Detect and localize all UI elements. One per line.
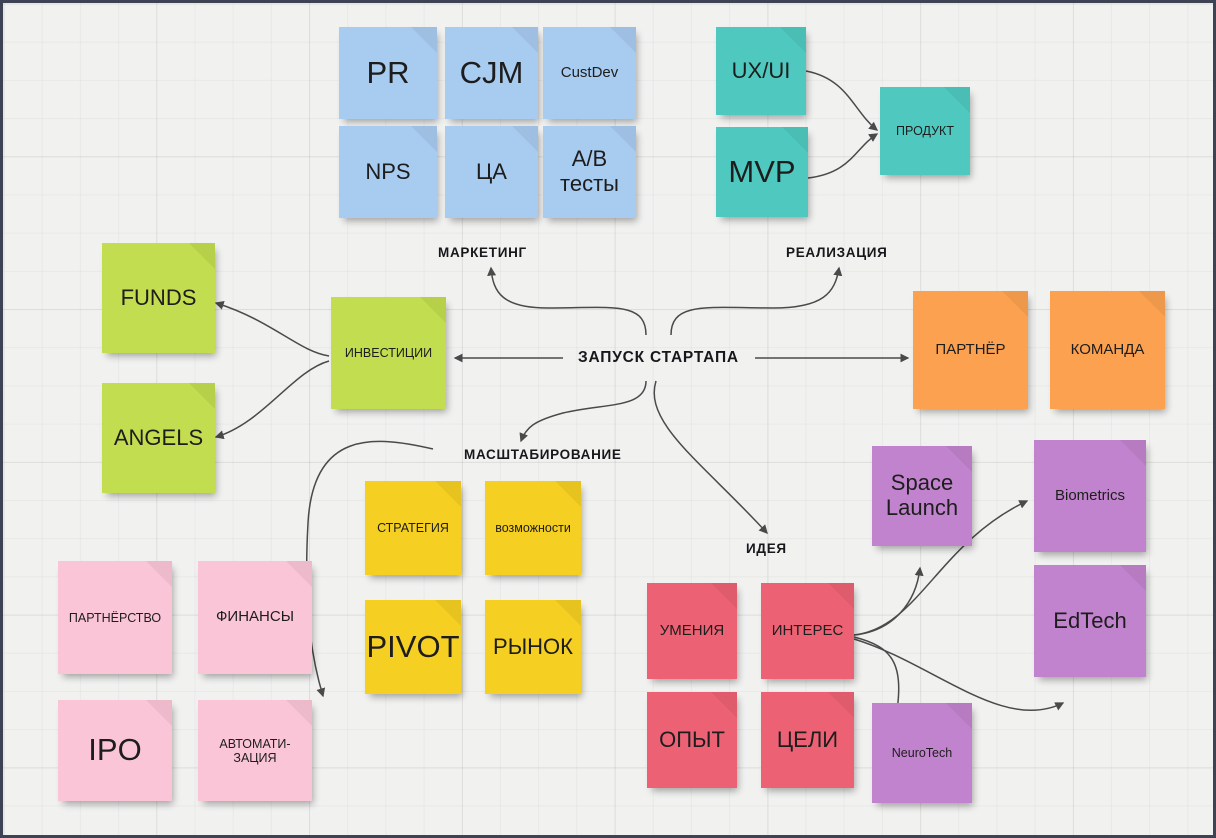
- note-mvp[interactable]: MVP: [716, 127, 808, 217]
- note-funds[interactable]: FUNDS: [102, 243, 215, 353]
- note-uxui[interactable]: UX/UI: [716, 27, 806, 115]
- edge-uxui-product: [805, 70, 879, 131]
- note-custdev[interactable]: CustDev: [543, 27, 636, 119]
- note-goals[interactable]: ЦЕЛИ: [761, 692, 854, 788]
- note-product[interactable]: ПРОДУКТ: [880, 87, 970, 175]
- edge-investments-funds: [214, 301, 330, 357]
- note-ca[interactable]: ЦА: [445, 126, 538, 218]
- edge-hub-realization: [670, 266, 843, 336]
- note-team[interactable]: КОМАНДА: [1050, 291, 1165, 409]
- edge-mvp-product: [807, 133, 879, 179]
- note-strategy[interactable]: СТРАТЕГИЯ: [365, 481, 461, 575]
- note-investments[interactable]: ИНВЕСТИЦИИ: [331, 297, 446, 409]
- note-ipo[interactable]: IPO: [58, 700, 172, 801]
- note-cjm[interactable]: CJM: [445, 27, 538, 119]
- edge-hub-marketing: [487, 266, 647, 336]
- hub-label[interactable]: ЗАПУСК СТАРТАПА: [578, 349, 739, 367]
- note-biometrics[interactable]: Biometrics: [1034, 440, 1146, 552]
- edge-interest-edtech: [853, 638, 1065, 712]
- note-experience[interactable]: ОПЫТ: [647, 692, 737, 788]
- note-opportunities[interactable]: возможности: [485, 481, 581, 575]
- note-pivot[interactable]: PIVOT: [365, 600, 461, 694]
- branch-label-idea[interactable]: ИДЕЯ: [746, 541, 787, 556]
- note-neurotech[interactable]: NeuroTech: [872, 703, 972, 803]
- note-angels[interactable]: ANGELS: [102, 383, 215, 493]
- branch-label-marketing[interactable]: МАРКЕТИНГ: [438, 245, 527, 260]
- note-pr[interactable]: PR: [339, 27, 437, 119]
- edge-interest-spacelaunch: [853, 566, 924, 636]
- note-ab-tests[interactable]: A/B тесты: [543, 126, 636, 218]
- edge-hub-scaling: [519, 380, 647, 443]
- note-finances[interactable]: ФИНАНСЫ: [198, 561, 312, 674]
- note-automation[interactable]: АВТОМАТИ- ЗАЦИЯ: [198, 700, 312, 801]
- mindmap-canvas[interactable]: ЗАПУСК СТАРТАПА МАРКЕТИНГ РЕАЛИЗАЦИЯ МАС…: [0, 0, 1216, 838]
- note-partner[interactable]: ПАРТНЁР: [913, 291, 1028, 409]
- note-partnership[interactable]: ПАРТНЁРСТВО: [58, 561, 172, 674]
- note-nps[interactable]: NPS: [339, 126, 437, 218]
- edge-hub-idea: [653, 380, 768, 534]
- edge-investments-angels: [214, 360, 330, 440]
- note-skills[interactable]: УМЕНИЯ: [647, 583, 737, 679]
- note-market[interactable]: РЫНОК: [485, 600, 581, 694]
- note-edtech[interactable]: EdTech: [1034, 565, 1146, 677]
- note-interest[interactable]: ИНТЕРЕС: [761, 583, 854, 679]
- branch-label-realization[interactable]: РЕАЛИЗАЦИЯ: [786, 245, 888, 260]
- branch-label-scaling[interactable]: МАСШТАБИРОВАНИЕ: [464, 447, 622, 462]
- note-space-launch[interactable]: Space Launch: [872, 446, 972, 546]
